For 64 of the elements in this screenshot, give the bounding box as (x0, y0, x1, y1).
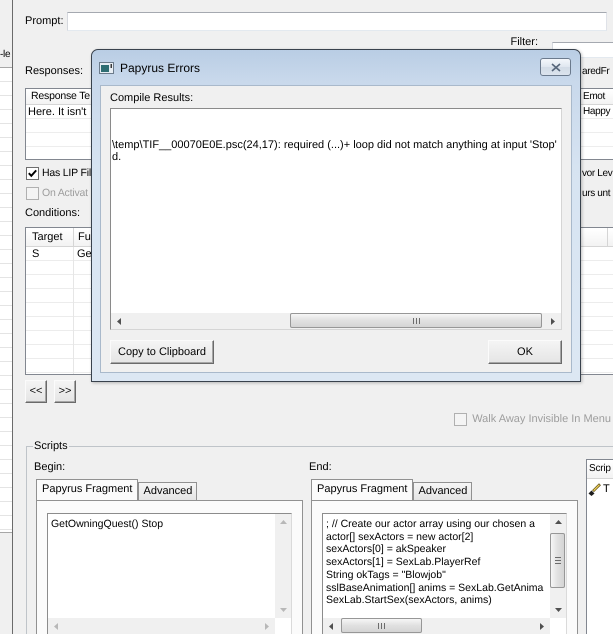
partial-label: vor Lev (582, 167, 613, 180)
column-header[interactable]: Fu (74, 228, 91, 246)
code-line: sslBaseAnimation[] anims = SexLab.GetAnima (326, 582, 544, 594)
error-message: \temp\TIF__00070E0E.psc(24,17): required (...)+ loop did not match anything at input 'Stop' (112, 139, 557, 151)
ok-button[interactable]: OK (488, 340, 562, 364)
scrollbar-thumb[interactable] (550, 533, 565, 588)
code-line: String okTags = "Blowjob" (326, 568, 446, 582)
right-arrow-icon[interactable] (551, 318, 555, 324)
vertical-scrollbar[interactable] (550, 514, 566, 618)
partial-label: aredFr (582, 65, 610, 78)
checkbox-label: Has LIP Fil (42, 167, 91, 180)
pane-label: Begin: (34, 461, 66, 474)
copy-button[interactable]: Copy to Clipboard (110, 340, 214, 364)
scrollbar-thumb[interactable] (290, 313, 542, 328)
close-button[interactable] (540, 58, 571, 76)
column-header[interactable]: Response Te (26, 89, 92, 104)
next-button[interactable]: >> (54, 380, 76, 403)
previous-button[interactable]: << (25, 380, 47, 403)
table-cell-text: Happy (582, 105, 612, 119)
horizontal-scrollbar[interactable] (323, 618, 550, 634)
code-editor[interactable] (322, 513, 567, 634)
table-cell-text: Here. It isn't (27, 105, 88, 119)
tab[interactable]: Papyrus Fragment (36, 479, 138, 500)
conditions-label: Conditions: (25, 207, 80, 220)
code-line: sexActors[1] = SexLab.PlayerRef (326, 556, 480, 569)
close-icon (550, 62, 560, 72)
code-line: ; // Create our actor array using our chosen a (326, 518, 535, 531)
pencil-icon (588, 482, 601, 496)
column-header[interactable]: Emot (582, 89, 613, 104)
script-name[interactable]: T (603, 482, 610, 496)
group-title: Scripts (33, 440, 69, 453)
checkbox[interactable] (26, 167, 39, 180)
pane-label: End: (309, 461, 332, 474)
table-cell-text: Ge (76, 247, 92, 261)
table-cell-text: S (31, 247, 40, 261)
left-arrow-icon[interactable] (329, 622, 333, 630)
prompt-field[interactable] (67, 12, 607, 31)
code-line: SexLab.StartSex(sexActors, anims) (326, 594, 492, 607)
checkbox-label: On Activat (42, 187, 88, 200)
code-line: sexActors[0] = akSpeaker (326, 543, 446, 556)
tab[interactable]: Advanced (138, 482, 198, 500)
window-icon (99, 62, 114, 74)
right-arrow-icon[interactable] (540, 622, 544, 630)
down-arrow-icon[interactable] (554, 608, 562, 612)
code-line: actor[] sexActors = new actor[2] (326, 530, 474, 544)
left-arrow-icon[interactable] (117, 318, 121, 324)
horizontal-scrollbar[interactable] (111, 313, 561, 329)
tab[interactable]: Papyrus Fragment (311, 479, 414, 500)
responses-label: Responses: (25, 65, 84, 78)
filter-label: Filter: (510, 36, 538, 49)
code-line: GetOwningQuest() Stop (51, 518, 164, 531)
column-header[interactable]: Target (26, 228, 74, 246)
error-message: d. (112, 151, 122, 163)
tab[interactable]: Advanced (413, 482, 472, 500)
up-arrow-icon[interactable] (554, 520, 562, 524)
scrollbar-thumb[interactable] (341, 618, 422, 633)
checkbox-label: Walk Away Invisible In Menu (472, 413, 611, 426)
partial-label: urs unt (582, 187, 612, 200)
code-editor[interactable]: GetOwningQuest() Stop (47, 513, 292, 634)
results-text-area[interactable]: \temp\TIF__00070E0E.psc(24,17): required (...)+ loop did not match anything at input 'Stop' d. (110, 108, 562, 330)
prompt-label: Prompt: (25, 15, 65, 28)
dialog-title: Papyrus Errors (120, 62, 200, 75)
results-label: Compile Results: (110, 92, 194, 105)
partial-label: -le (0, 49, 10, 61)
